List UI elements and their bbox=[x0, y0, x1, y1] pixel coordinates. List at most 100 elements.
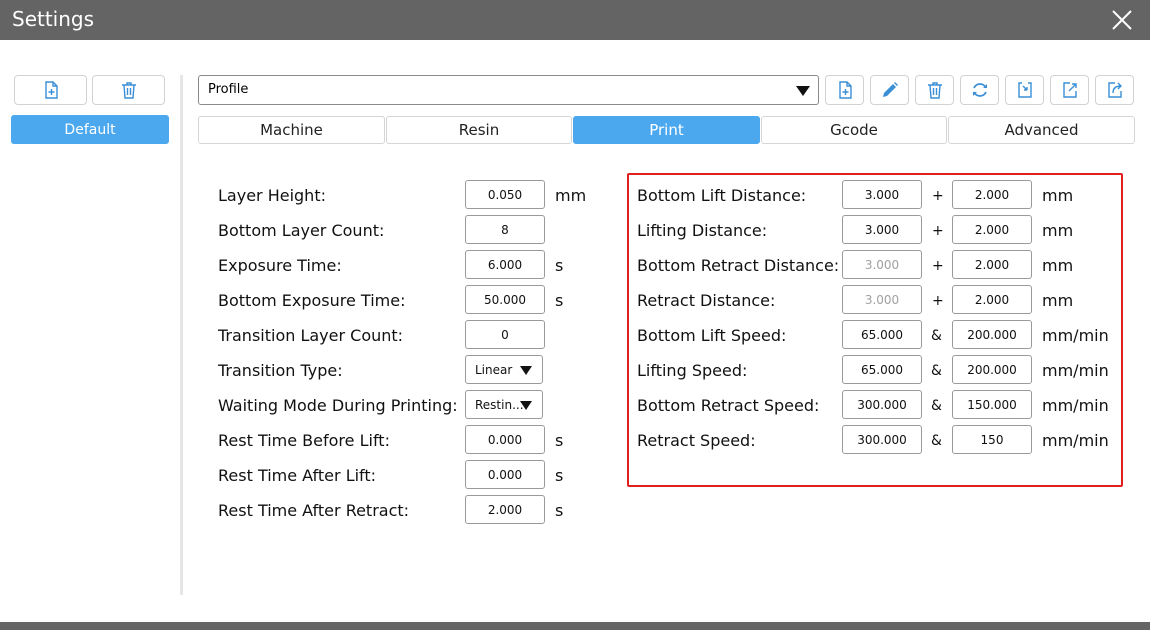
lifting-speed-input-2[interactable]: 200.000 bbox=[952, 355, 1032, 384]
new-profile-button[interactable] bbox=[14, 75, 87, 105]
setting-label: Lifting Speed: bbox=[637, 361, 748, 380]
titlebar: Settings bbox=[0, 0, 1150, 40]
setting-label: Retract Speed: bbox=[637, 431, 756, 450]
setting-unit: mm/min bbox=[1042, 431, 1109, 450]
setting-unit: s bbox=[555, 291, 564, 310]
operator-symbol: + bbox=[932, 223, 944, 239]
bottom-exposure-time-input[interactable]: 50.000 bbox=[465, 285, 545, 314]
setting-label: Bottom Exposure Time: bbox=[218, 291, 406, 310]
operator-symbol: & bbox=[931, 398, 942, 414]
setting-label: Rest Time After Retract: bbox=[218, 501, 410, 520]
export-button[interactable] bbox=[1050, 75, 1089, 105]
setting-label: Bottom Retract Speed: bbox=[637, 396, 820, 415]
waiting-mode-select[interactable]: Restin... bbox=[465, 390, 543, 419]
lifting-distance-input-1[interactable]: 3.000 bbox=[842, 215, 922, 244]
layer-height-input[interactable]: 0.050 bbox=[465, 180, 545, 209]
retract-speed-input-2[interactable]: 150 bbox=[952, 425, 1032, 454]
edit-button[interactable] bbox=[870, 75, 909, 105]
add-file-icon bbox=[44, 81, 58, 99]
export-icon bbox=[1062, 82, 1077, 98]
setting-unit: s bbox=[555, 501, 564, 520]
transition-type-select[interactable]: Linear bbox=[465, 355, 543, 384]
window-title: Settings bbox=[12, 7, 95, 31]
chevron-down-icon bbox=[520, 366, 532, 375]
operator-symbol: & bbox=[931, 433, 942, 449]
select-value: Restin... bbox=[475, 398, 524, 412]
profile-item-default[interactable]: Default bbox=[11, 115, 169, 144]
lifting-distance-input-2[interactable]: 2.000 bbox=[952, 215, 1032, 244]
rest-time-after-lift-input[interactable]: 0.000 bbox=[465, 460, 545, 489]
chevron-down-icon bbox=[796, 86, 810, 96]
bottom-lift-distance-input-2[interactable]: 2.000 bbox=[952, 180, 1032, 209]
bottom-retract-distance-input-1[interactable]: 3.000 bbox=[842, 250, 922, 279]
bottom-layer-count-input[interactable]: 8 bbox=[465, 215, 545, 244]
tab-label: Print bbox=[649, 121, 684, 139]
share-icon bbox=[1107, 82, 1122, 98]
rest-time-after-retract-input[interactable]: 2.000 bbox=[465, 495, 545, 524]
refresh-icon bbox=[972, 83, 987, 97]
tab-advanced[interactable]: Advanced bbox=[948, 116, 1135, 144]
bottom-retract-speed-input-1[interactable]: 300.000 bbox=[842, 390, 922, 419]
import-button[interactable] bbox=[1005, 75, 1044, 105]
setting-label: Layer Height: bbox=[218, 186, 326, 205]
retract-distance-input-1[interactable]: 3.000 bbox=[842, 285, 922, 314]
share-button[interactable] bbox=[1095, 75, 1134, 105]
tab-resin[interactable]: Resin bbox=[386, 116, 572, 144]
setting-unit: s bbox=[555, 431, 564, 450]
setting-label: Bottom Retract Distance: bbox=[637, 256, 840, 275]
setting-unit: mm/min bbox=[1042, 326, 1109, 345]
close-icon bbox=[1112, 10, 1132, 30]
profile-select[interactable]: Profile bbox=[198, 75, 819, 105]
tab-print[interactable]: Print bbox=[573, 116, 760, 144]
operator-symbol: & bbox=[931, 363, 942, 379]
setting-label: Lifting Distance: bbox=[637, 221, 768, 240]
profile-select-value: Profile bbox=[208, 82, 249, 97]
setting-unit: mm bbox=[1042, 291, 1074, 310]
setting-label: Bottom Lift Distance: bbox=[637, 186, 807, 205]
import-icon bbox=[1017, 82, 1032, 98]
new-settings-button[interactable] bbox=[825, 75, 864, 105]
setting-unit: mm bbox=[1042, 221, 1074, 240]
delete-profile-button[interactable] bbox=[92, 75, 165, 105]
bottom-lift-speed-input-1[interactable]: 65.000 bbox=[842, 320, 922, 349]
profile-item-label: Default bbox=[64, 121, 116, 138]
exposure-time-input[interactable]: 6.000 bbox=[465, 250, 545, 279]
delete-icon bbox=[927, 82, 942, 99]
select-value: Linear bbox=[475, 363, 513, 377]
setting-label: Retract Distance: bbox=[637, 291, 776, 310]
setting-unit: mm/min bbox=[1042, 361, 1109, 380]
delete-icon bbox=[121, 82, 136, 99]
setting-unit: mm bbox=[1042, 256, 1074, 275]
rest-time-before-lift-input[interactable]: 0.000 bbox=[465, 425, 545, 454]
setting-label: Exposure Time: bbox=[218, 256, 342, 275]
panel-divider bbox=[180, 75, 183, 595]
bottom-border bbox=[0, 622, 1150, 630]
bottom-lift-distance-input-1[interactable]: 3.000 bbox=[842, 180, 922, 209]
setting-label: Bottom Layer Count: bbox=[218, 221, 385, 240]
setting-label: Rest Time Before Lift: bbox=[218, 431, 390, 450]
tab-label: Resin bbox=[458, 121, 500, 139]
setting-unit: s bbox=[555, 256, 564, 275]
close-button[interactable] bbox=[1110, 8, 1134, 32]
bottom-retract-distance-input-2[interactable]: 2.000 bbox=[952, 250, 1032, 279]
refresh-button[interactable] bbox=[960, 75, 999, 105]
bottom-lift-speed-input-2[interactable]: 200.000 bbox=[952, 320, 1032, 349]
setting-unit: mm bbox=[1042, 186, 1074, 205]
tab-label: Machine bbox=[260, 121, 323, 139]
retract-distance-input-2[interactable]: 2.000 bbox=[952, 285, 1032, 314]
setting-label: Rest Time After Lift: bbox=[218, 466, 377, 485]
tab-machine[interactable]: Machine bbox=[198, 116, 385, 144]
operator-symbol: & bbox=[931, 328, 942, 344]
transition-layer-count-input[interactable]: 0 bbox=[465, 320, 545, 349]
setting-unit: s bbox=[555, 466, 564, 485]
setting-label: Waiting Mode During Printing: bbox=[218, 396, 458, 415]
retract-speed-input-1[interactable]: 300.000 bbox=[842, 425, 922, 454]
operator-symbol: + bbox=[932, 293, 944, 309]
edit-icon bbox=[882, 82, 898, 97]
lifting-speed-input-1[interactable]: 65.000 bbox=[842, 355, 922, 384]
tab-label: Advanced bbox=[1004, 121, 1079, 139]
tab-gcode[interactable]: Gcode bbox=[761, 116, 947, 144]
delete-settings-button[interactable] bbox=[915, 75, 954, 105]
bottom-retract-speed-input-2[interactable]: 150.000 bbox=[952, 390, 1032, 419]
tab-label: Gcode bbox=[830, 121, 878, 139]
